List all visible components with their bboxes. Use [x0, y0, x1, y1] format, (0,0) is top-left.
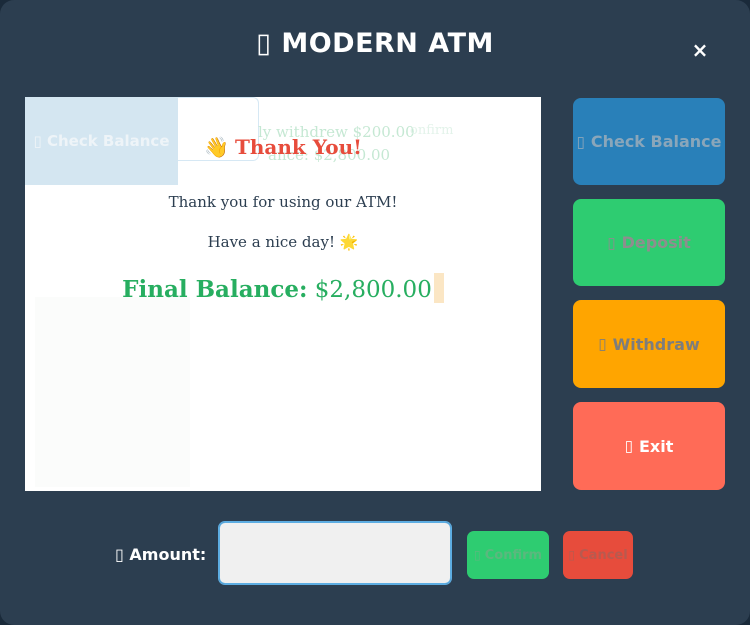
- ghost-panel: [35, 297, 190, 487]
- withdraw-icon: ▯: [598, 335, 607, 353]
- thank-you-heading: 👋 Thank You!: [25, 135, 541, 159]
- confirm-label: Confirm: [484, 547, 543, 563]
- amount-input[interactable]: [218, 521, 452, 585]
- thank-you-title: Thank You!: [234, 135, 362, 159]
- confirm-button[interactable]: ▯ Confirm: [467, 531, 549, 579]
- display-screen: ▯ Check Balance ly withdrew $200.00 ance…: [25, 97, 541, 491]
- cancel-button[interactable]: ▯ Cancel: [563, 531, 633, 579]
- exit-icon: ▯: [624, 437, 633, 455]
- check-icon: ▯: [473, 548, 481, 562]
- amount-label-text: Amount:: [129, 545, 207, 564]
- final-balance: Final Balance: $2,800.00: [25, 273, 541, 303]
- farewell-message: Have a nice day! 🌟: [207, 233, 359, 251]
- check-balance-label: Check Balance: [590, 132, 722, 151]
- app-title-text: MODERN ATM: [281, 28, 494, 59]
- money-icon: ▯: [115, 545, 124, 564]
- cancel-label: Cancel: [579, 547, 628, 563]
- exit-label: Exit: [638, 436, 674, 456]
- thank-you-message: Thank you for using our ATM!: [168, 193, 398, 211]
- deposit-icon: ▯: [607, 233, 616, 252]
- final-balance-label: Final Balance:: [122, 276, 308, 303]
- balance-icon: ▯: [576, 132, 585, 151]
- final-balance-value: $2,800.00: [314, 277, 432, 303]
- atm-icon: ▯: [256, 28, 272, 59]
- atm-window: ▯ MODERN ATM × ▯ Check Balance ly withdr…: [0, 0, 750, 625]
- withdraw-button[interactable]: ▯ Withdraw: [573, 300, 725, 388]
- deposit-button[interactable]: ▯ Deposit: [573, 199, 725, 286]
- withdraw-label: Withdraw: [612, 334, 700, 354]
- deposit-label: Deposit: [621, 233, 691, 252]
- cancel-icon: ▯: [568, 548, 576, 562]
- amount-label: ▯ Amount:: [115, 545, 206, 564]
- close-icon[interactable]: ×: [688, 38, 712, 62]
- exit-button[interactable]: ▯ Exit: [573, 402, 725, 490]
- waving-hand-icon: 👋: [204, 135, 229, 159]
- text-cursor: [433, 273, 444, 303]
- app-title: ▯ MODERN ATM: [0, 28, 750, 59]
- check-balance-button[interactable]: ▯ Check Balance: [573, 98, 725, 185]
